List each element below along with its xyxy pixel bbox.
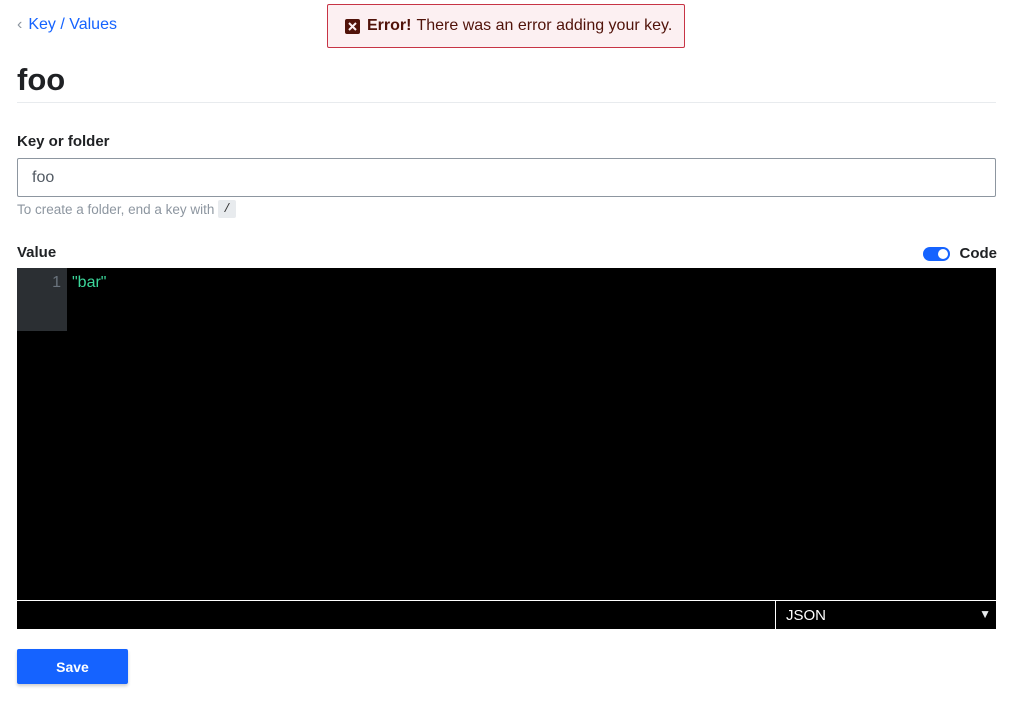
mode-select[interactable]: JSON ▼	[775, 601, 996, 629]
key-help-text: To create a folder, end a key with /	[17, 200, 236, 218]
page-title: foo	[17, 62, 66, 97]
toggle-knob	[937, 248, 948, 259]
caret-down-icon: ▼	[979, 607, 991, 621]
alert-message: There was an error adding your key.	[416, 17, 673, 34]
key-field-label: Key or folder	[17, 133, 110, 150]
code-toggle-label: Code	[959, 245, 998, 262]
breadcrumb-label: Key / Values	[28, 16, 117, 33]
breadcrumb-link[interactable]: ‹ Key / Values	[17, 16, 117, 34]
key-help-label: To create a folder, end a key with	[17, 201, 215, 217]
alert-title: Error!	[367, 17, 412, 34]
code-toggle-switch[interactable]	[922, 246, 950, 261]
value-field-label: Value	[17, 244, 57, 261]
key-input[interactable]	[17, 158, 996, 197]
chevron-left-icon: ‹	[17, 16, 23, 33]
code-line[interactable]: "bar"	[72, 274, 106, 292]
mode-select-value: JSON	[786, 606, 827, 624]
error-alert: Error! There was an error adding your ke…	[327, 4, 685, 48]
folder-separator-code: /	[218, 200, 236, 218]
line-number: 1	[52, 274, 61, 291]
save-button[interactable]: Save	[17, 649, 128, 684]
error-x-icon	[345, 18, 360, 34]
editor-gutter: 1	[17, 268, 67, 331]
title-divider	[17, 102, 996, 103]
code-editor[interactable]: 1 "bar"	[17, 268, 996, 600]
editor-footer: JSON ▼	[17, 601, 996, 629]
code-toggle[interactable]: Code	[922, 245, 998, 262]
